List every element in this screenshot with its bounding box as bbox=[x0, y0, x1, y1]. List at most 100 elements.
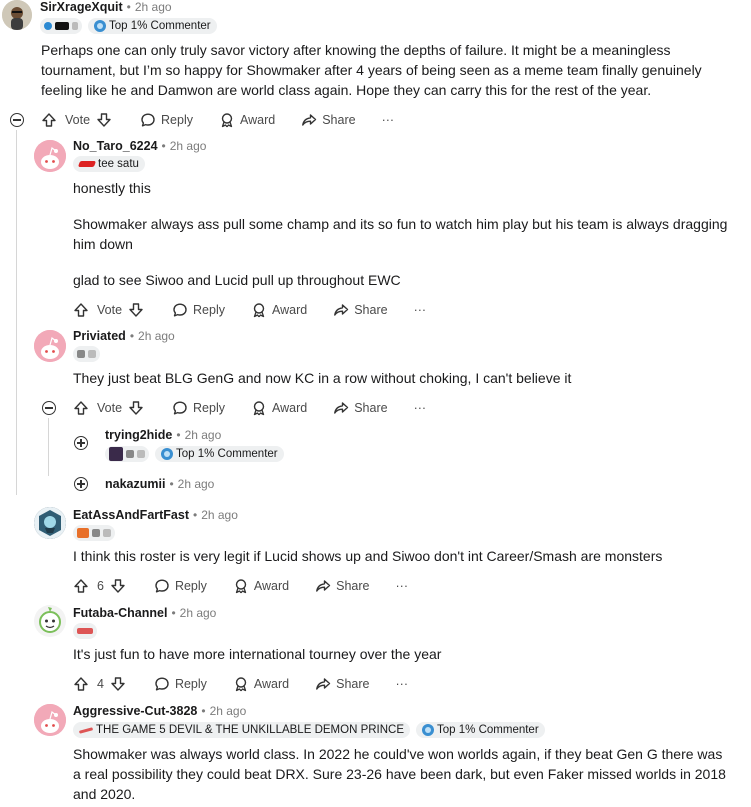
share-label: Share bbox=[354, 401, 388, 415]
username[interactable]: Futaba-Channel bbox=[73, 606, 167, 620]
upvote-icon bbox=[41, 112, 57, 128]
vote-label: Vote bbox=[97, 303, 123, 317]
separator-dot: • bbox=[126, 0, 131, 14]
reply-button[interactable]: Reply bbox=[172, 302, 225, 318]
reply-icon bbox=[172, 302, 188, 318]
downvote-icon bbox=[128, 302, 144, 318]
share-button[interactable]: Share bbox=[315, 578, 370, 594]
avatar-icon bbox=[34, 704, 66, 736]
upvote-button[interactable] bbox=[73, 578, 89, 594]
collapse-icon[interactable] bbox=[10, 113, 24, 127]
timestamp[interactable]: 2h ago bbox=[138, 329, 175, 343]
more-options-button[interactable]: ··· bbox=[414, 303, 427, 317]
separator-dot: • bbox=[129, 329, 135, 343]
award-button[interactable]: Award bbox=[233, 578, 289, 594]
share-button[interactable]: Share bbox=[301, 112, 356, 128]
more-icon: ··· bbox=[381, 113, 395, 127]
share-button[interactable]: Share bbox=[315, 676, 370, 692]
top-commenter-badge-icon bbox=[161, 448, 173, 460]
thread-line[interactable] bbox=[16, 130, 17, 495]
award-icon bbox=[233, 676, 249, 692]
username[interactable]: Aggressive-Cut-3828 bbox=[73, 704, 197, 718]
avatar[interactable] bbox=[34, 140, 66, 172]
reply-button[interactable]: Reply bbox=[154, 676, 207, 692]
avatar[interactable] bbox=[34, 704, 66, 736]
share-label: Share bbox=[322, 113, 356, 127]
user-flair bbox=[73, 346, 100, 362]
flair-label: THE GAME 5 DEVIL & THE UNKILLABLE DEMON … bbox=[96, 724, 405, 736]
user-flair bbox=[73, 623, 97, 639]
reply-icon bbox=[172, 400, 188, 416]
more-options-button[interactable]: ··· bbox=[382, 113, 395, 127]
reply-button[interactable]: Reply bbox=[172, 400, 225, 416]
timestamp[interactable]: 2h ago bbox=[210, 704, 247, 718]
user-flair: THE GAME 5 DEVIL & THE UNKILLABLE DEMON … bbox=[73, 722, 411, 738]
thread-line[interactable] bbox=[48, 418, 49, 476]
timestamp[interactable]: 2h ago bbox=[178, 477, 215, 491]
avatar[interactable] bbox=[34, 507, 66, 539]
award-button[interactable]: Award bbox=[219, 112, 275, 128]
username[interactable]: trying2hide bbox=[105, 428, 172, 442]
avatar[interactable] bbox=[34, 330, 66, 362]
upvote-button[interactable] bbox=[73, 400, 89, 416]
top-commenter-badge-icon bbox=[422, 724, 435, 736]
award-button[interactable]: Award bbox=[233, 676, 289, 692]
downvote-button[interactable] bbox=[128, 400, 144, 416]
share-button[interactable]: Share bbox=[333, 302, 388, 318]
share-label: Share bbox=[336, 579, 370, 593]
reply-label: Reply bbox=[193, 303, 225, 317]
username[interactable]: Priviated bbox=[73, 329, 126, 343]
username[interactable]: No_Taro_6224 bbox=[73, 139, 158, 153]
timestamp[interactable]: 2h ago bbox=[201, 508, 238, 522]
downvote-icon bbox=[110, 676, 126, 692]
share-icon bbox=[315, 578, 331, 594]
comment-body-line: Showmaker always ass pull some champ and… bbox=[73, 216, 728, 252]
downvote-button[interactable] bbox=[96, 112, 112, 128]
award-icon bbox=[219, 112, 235, 128]
separator-dot: • bbox=[201, 704, 206, 718]
more-icon: ··· bbox=[395, 677, 409, 691]
timestamp[interactable]: 2h ago bbox=[180, 606, 217, 620]
timestamp[interactable]: 2h ago bbox=[185, 428, 222, 442]
upvote-icon bbox=[73, 676, 89, 692]
expand-icon[interactable] bbox=[74, 477, 88, 491]
reply-button[interactable]: Reply bbox=[140, 112, 193, 128]
expand-icon[interactable] bbox=[74, 436, 88, 450]
user-flair bbox=[105, 446, 149, 462]
vote-label: Vote bbox=[97, 401, 123, 415]
more-options-button[interactable]: ··· bbox=[396, 579, 409, 593]
share-icon bbox=[333, 400, 349, 416]
flair-label: tee satu bbox=[98, 158, 139, 170]
award-icon bbox=[233, 578, 249, 594]
more-options-button[interactable]: ··· bbox=[396, 677, 409, 691]
comment-body: Perhaps one can only truly savor victory… bbox=[41, 42, 702, 98]
top-commenter-badge: Top 1% Commenter bbox=[416, 722, 545, 738]
award-icon bbox=[251, 400, 267, 416]
username[interactable]: SirXrageXquit bbox=[40, 0, 123, 14]
more-icon: ··· bbox=[395, 579, 409, 593]
avatar[interactable] bbox=[34, 605, 66, 637]
timestamp[interactable]: 2h ago bbox=[135, 0, 172, 14]
upvote-button[interactable] bbox=[41, 112, 57, 128]
downvote-button[interactable] bbox=[110, 578, 126, 594]
upvote-button[interactable] bbox=[73, 302, 89, 318]
reply-icon bbox=[140, 112, 156, 128]
award-button[interactable]: Award bbox=[251, 400, 307, 416]
collapse-icon[interactable] bbox=[42, 401, 56, 415]
timestamp[interactable]: 2h ago bbox=[170, 139, 207, 153]
reply-button[interactable]: Reply bbox=[154, 578, 207, 594]
more-options-button[interactable]: ··· bbox=[414, 401, 427, 415]
upvote-button[interactable] bbox=[73, 676, 89, 692]
username[interactable]: EatAssAndFartFast bbox=[73, 508, 189, 522]
award-button[interactable]: Award bbox=[251, 302, 307, 318]
username[interactable]: nakazumii bbox=[105, 477, 165, 491]
share-label: Share bbox=[336, 677, 370, 691]
top-commenter-badge-icon bbox=[94, 20, 106, 32]
award-label: Award bbox=[272, 303, 308, 317]
separator-dot: • bbox=[193, 508, 198, 522]
avatar[interactable] bbox=[2, 0, 32, 30]
downvote-button[interactable] bbox=[110, 676, 126, 692]
downvote-button[interactable] bbox=[128, 302, 144, 318]
share-button[interactable]: Share bbox=[333, 400, 388, 416]
reply-icon bbox=[154, 676, 170, 692]
